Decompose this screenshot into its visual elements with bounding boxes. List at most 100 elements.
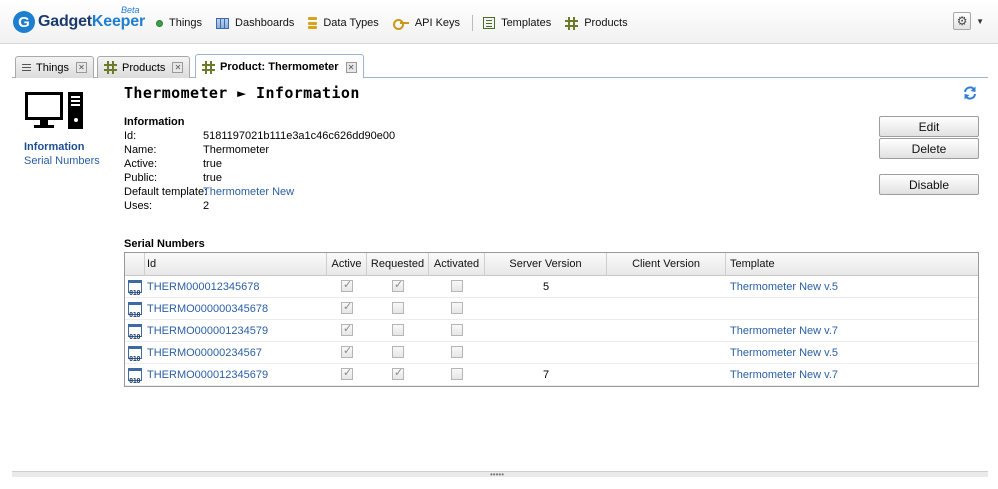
refresh-icon[interactable] [962,85,978,101]
server-version-cell [485,298,607,320]
server-version-cell: 5 [542,281,550,293]
binary-file-icon [128,368,142,386]
server-version-cell: 7 [542,369,550,381]
gadgetkeeper-logo[interactable]: G GadgetKeeper Beta [13,5,145,34]
requested-checkbox-cell [367,276,429,298]
disable-button[interactable]: Disable [879,174,979,195]
requested-checkbox[interactable] [392,278,404,293]
table-header: Id Active Requested Activated Server Ver… [125,253,978,276]
tab-product-thermometer[interactable]: Product: Thermometer ✕ [195,54,364,79]
binary-file-icon [128,302,142,320]
table-row[interactable]: THERMO00000234567 Thermometer New v.5 [125,342,978,364]
activated-checkbox-cell [429,276,485,298]
serial-id-link[interactable]: THERM000012345678 [145,276,327,298]
table-body: THERM0000123456785Thermometer New v.5THE… [125,276,978,386]
default-template-link[interactable]: Thermometer New [203,186,294,198]
activated-checkbox[interactable] [451,302,463,315]
table-row[interactable]: THERMO000000345678 [125,298,978,320]
client-version-cell [607,298,726,320]
template-link[interactable]: Thermometer New v.5 [726,342,978,364]
table-row[interactable]: THERMO000001234579 Thermometer New v.7 [125,320,978,342]
key-icon [392,19,409,30]
table-row[interactable]: THERMO000012345679 7 Thermometer New v.7 [125,364,978,386]
serial-id-link[interactable]: THERMO00000234567 [145,342,327,364]
info-label: Uses: [124,200,153,212]
active-checkbox[interactable] [341,366,353,381]
active-checkbox[interactable] [341,322,353,337]
column-header-requested[interactable]: Requested [367,253,429,276]
serial-id-link[interactable]: THERMO000012345679 [145,364,327,386]
splitter-grip-icon[interactable]: ••••• [490,471,504,479]
panel-splitter[interactable]: ••••• [12,471,988,479]
column-header-server-version[interactable]: Server Version [485,253,607,276]
requested-checkbox[interactable] [392,346,404,359]
requested-checkbox[interactable] [392,324,404,337]
nav-separator [472,15,474,31]
grid-icon [565,16,579,30]
nav-dashboards-label: Dashboards [235,17,295,29]
sidebar-item-serial-numbers[interactable]: Serial Numbers [24,155,100,167]
template-link[interactable]: Thermometer New v.5 [726,276,978,298]
gear-icon[interactable]: ⚙ [953,12,972,30]
nav-products-label: Products [584,17,628,29]
tab-products[interactable]: Products ✕ [97,56,191,78]
active-checkbox[interactable] [341,344,353,359]
activated-checkbox-cell [429,364,485,386]
column-header-template[interactable]: Template [726,253,978,276]
serial-id-link[interactable]: THERMO000000345678 [145,298,327,320]
nav-templates[interactable]: Templates [483,17,551,29]
settings-menu: ⚙ ▼ [953,12,984,30]
column-header-activated[interactable]: Activated [429,253,485,276]
binary-file-icon [128,324,142,342]
grid-icon [104,61,117,74]
activated-checkbox[interactable] [451,324,463,337]
binary-file-icon-cell [125,342,145,364]
chevron-down-icon[interactable]: ▼ [976,17,984,26]
info-value: Thermometer [203,144,270,156]
close-icon[interactable]: ✕ [76,62,88,73]
activated-checkbox[interactable] [451,280,463,293]
requested-checkbox[interactable] [392,366,404,381]
green-dot-icon [156,19,163,27]
info-value: true [203,172,222,184]
templates-icon [483,17,496,29]
nav-things[interactable]: Things [156,17,202,29]
tab-things-label: Things [36,61,70,74]
active-checkbox[interactable] [341,278,353,293]
column-header-id[interactable]: Id [145,253,327,276]
nav-data-types[interactable]: Data Types [308,17,379,29]
activated-checkbox-cell [429,298,485,320]
requested-checkbox-cell [367,364,429,386]
info-label: Name: [124,144,157,156]
tab-things[interactable]: Things ✕ [15,56,95,78]
sidebar-item-information[interactable]: Information [24,141,85,153]
delete-button[interactable]: Delete [879,138,979,159]
activated-checkbox[interactable] [451,368,463,381]
nav-products[interactable]: Products [565,16,628,30]
tab-bar: Things ✕ Products ✕ Product: Thermometer… [12,54,988,79]
table-row[interactable]: THERM000012345678 5 Thermometer New v.5 [125,276,978,298]
active-checkbox-cell [327,364,367,386]
close-icon[interactable]: ✕ [172,62,184,73]
template-link[interactable]: Thermometer New v.7 [726,364,978,386]
server-version-cell [485,342,607,364]
close-icon[interactable]: ✕ [345,61,357,73]
active-checkbox[interactable] [341,300,353,315]
beta-label: Beta [121,5,140,15]
requested-checkbox-cell [367,298,429,320]
edit-button[interactable]: Edit [879,116,979,137]
data-types-icon [308,17,318,29]
info-label: Active: [124,158,158,170]
binary-file-icon [128,346,142,364]
nav-dashboards[interactable]: Dashboards [216,17,294,29]
binary-file-icon-cell [125,276,145,298]
serial-id-link[interactable]: THERMO000001234579 [145,320,327,342]
main-nav: Things Dashboards Data Types API Keys Te… [156,15,642,31]
column-header-active[interactable]: Active [327,253,367,276]
column-header-client-version[interactable]: Client Version [607,253,726,276]
activated-checkbox[interactable] [451,346,463,359]
template-link[interactable]: Thermometer New v.7 [726,320,978,342]
nav-api-keys[interactable]: API Keys [392,17,460,30]
page-title: Thermometer ► Information [124,84,360,102]
requested-checkbox[interactable] [392,302,404,315]
